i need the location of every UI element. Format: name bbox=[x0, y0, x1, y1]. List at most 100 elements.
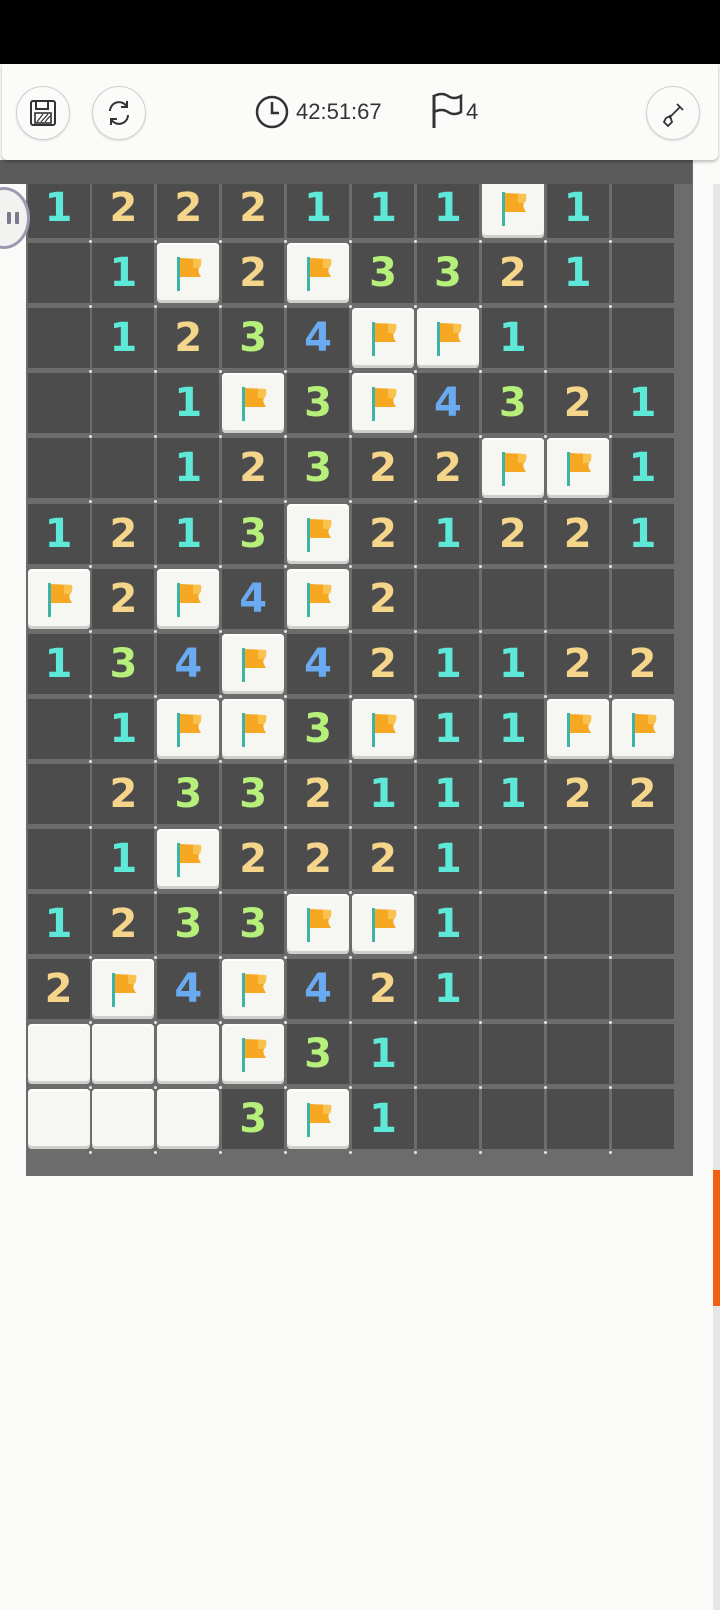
number-cell[interactable]: 1 bbox=[611, 373, 674, 434]
number-cell[interactable]: 3 bbox=[222, 308, 285, 369]
number-cell[interactable]: 2 bbox=[611, 633, 674, 694]
number-cell[interactable]: 2 bbox=[611, 763, 674, 824]
number-cell[interactable]: 2 bbox=[287, 763, 350, 824]
empty-cell[interactable] bbox=[27, 243, 90, 304]
number-cell[interactable]: 1 bbox=[416, 829, 479, 889]
empty-cell[interactable] bbox=[27, 438, 90, 499]
number-cell[interactable]: 1 bbox=[27, 633, 90, 694]
number-cell[interactable]: 1 bbox=[481, 763, 544, 824]
empty-cell[interactable] bbox=[27, 373, 90, 434]
empty-cell[interactable] bbox=[27, 763, 90, 824]
number-cell[interactable]: 1 bbox=[416, 763, 479, 824]
empty-cell[interactable] bbox=[416, 1089, 479, 1150]
number-cell[interactable]: 1 bbox=[611, 438, 674, 499]
flagged-cell[interactable] bbox=[352, 894, 414, 955]
number-cell[interactable]: 2 bbox=[352, 829, 414, 889]
flagged-cell[interactable] bbox=[157, 829, 220, 889]
covered-cell[interactable] bbox=[157, 1024, 220, 1085]
flagged-cell[interactable] bbox=[352, 308, 414, 369]
empty-cell[interactable] bbox=[611, 829, 674, 889]
flagged-cell[interactable] bbox=[546, 438, 609, 499]
flagged-cell[interactable] bbox=[546, 698, 609, 759]
number-cell[interactable]: 4 bbox=[287, 308, 350, 369]
flagged-cell[interactable] bbox=[287, 894, 350, 955]
empty-cell[interactable] bbox=[481, 1089, 544, 1150]
number-cell[interactable]: 2 bbox=[157, 178, 220, 238]
covered-cell[interactable] bbox=[92, 1089, 155, 1150]
empty-cell[interactable] bbox=[92, 438, 155, 499]
flagged-cell[interactable] bbox=[287, 1089, 350, 1150]
number-cell[interactable]: 2 bbox=[157, 308, 220, 369]
number-cell[interactable]: 1 bbox=[416, 633, 479, 694]
empty-cell[interactable] bbox=[481, 568, 544, 629]
flagged-cell[interactable] bbox=[157, 698, 220, 759]
number-cell[interactable]: 3 bbox=[92, 633, 155, 694]
empty-cell[interactable] bbox=[546, 1024, 609, 1085]
number-cell[interactable]: 1 bbox=[611, 503, 674, 564]
number-cell[interactable]: 1 bbox=[92, 308, 155, 369]
number-cell[interactable]: 1 bbox=[92, 829, 155, 889]
number-cell[interactable]: 2 bbox=[92, 178, 155, 238]
number-cell[interactable]: 3 bbox=[287, 438, 350, 499]
number-cell[interactable]: 1 bbox=[27, 178, 90, 238]
number-cell[interactable]: 2 bbox=[352, 959, 414, 1020]
covered-cell[interactable] bbox=[157, 1089, 220, 1150]
flagged-cell[interactable] bbox=[352, 373, 414, 434]
empty-cell[interactable] bbox=[416, 1024, 479, 1085]
number-cell[interactable]: 3 bbox=[481, 373, 544, 434]
flagged-cell[interactable] bbox=[287, 503, 350, 564]
number-cell[interactable]: 2 bbox=[481, 243, 544, 304]
flagged-cell[interactable] bbox=[287, 243, 350, 304]
number-cell[interactable]: 1 bbox=[352, 763, 414, 824]
flagged-cell[interactable] bbox=[157, 568, 220, 629]
number-cell[interactable]: 2 bbox=[92, 763, 155, 824]
scrollbar-thumb[interactable] bbox=[713, 1170, 720, 1306]
covered-cell[interactable] bbox=[92, 1024, 155, 1085]
empty-cell[interactable] bbox=[416, 568, 479, 629]
number-cell[interactable]: 2 bbox=[352, 568, 414, 629]
number-cell[interactable]: 1 bbox=[157, 373, 220, 434]
number-cell[interactable]: 1 bbox=[157, 503, 220, 564]
number-cell[interactable]: 2 bbox=[287, 829, 350, 889]
restart-button[interactable] bbox=[92, 86, 146, 140]
flagged-cell[interactable] bbox=[481, 178, 544, 238]
flagged-cell[interactable] bbox=[157, 243, 220, 304]
number-cell[interactable]: 2 bbox=[222, 243, 285, 304]
number-cell[interactable]: 3 bbox=[222, 763, 285, 824]
empty-cell[interactable] bbox=[611, 308, 674, 369]
empty-cell[interactable] bbox=[611, 959, 674, 1020]
number-cell[interactable]: 1 bbox=[481, 308, 544, 369]
number-cell[interactable]: 1 bbox=[481, 698, 544, 759]
number-cell[interactable]: 3 bbox=[157, 894, 220, 955]
save-button[interactable] bbox=[16, 86, 70, 140]
flagged-cell[interactable] bbox=[222, 959, 285, 1020]
number-cell[interactable]: 1 bbox=[92, 243, 155, 304]
covered-cell[interactable] bbox=[27, 1024, 90, 1085]
number-cell[interactable]: 3 bbox=[287, 698, 350, 759]
number-cell[interactable]: 2 bbox=[352, 503, 414, 564]
number-cell[interactable]: 4 bbox=[287, 633, 350, 694]
covered-cell[interactable] bbox=[27, 1089, 90, 1150]
number-cell[interactable]: 2 bbox=[222, 178, 285, 238]
empty-cell[interactable] bbox=[546, 829, 609, 889]
number-cell[interactable]: 4 bbox=[222, 568, 285, 629]
number-cell[interactable]: 2 bbox=[481, 503, 544, 564]
number-cell[interactable]: 2 bbox=[546, 763, 609, 824]
empty-cell[interactable] bbox=[611, 1024, 674, 1085]
number-cell[interactable]: 2 bbox=[27, 959, 90, 1020]
number-cell[interactable]: 2 bbox=[222, 829, 285, 889]
number-cell[interactable]: 1 bbox=[416, 178, 479, 238]
flagged-cell[interactable] bbox=[352, 698, 414, 759]
flagged-cell[interactable] bbox=[27, 568, 90, 629]
number-cell[interactable]: 1 bbox=[157, 438, 220, 499]
number-cell[interactable]: 4 bbox=[287, 959, 350, 1020]
number-cell[interactable]: 1 bbox=[352, 1024, 414, 1085]
number-cell[interactable]: 2 bbox=[352, 633, 414, 694]
empty-cell[interactable] bbox=[546, 894, 609, 955]
empty-cell[interactable] bbox=[546, 959, 609, 1020]
empty-cell[interactable] bbox=[27, 829, 90, 889]
flagged-cell[interactable] bbox=[611, 698, 674, 759]
number-cell[interactable]: 2 bbox=[546, 373, 609, 434]
number-cell[interactable]: 1 bbox=[546, 178, 609, 238]
number-cell[interactable]: 3 bbox=[222, 503, 285, 564]
